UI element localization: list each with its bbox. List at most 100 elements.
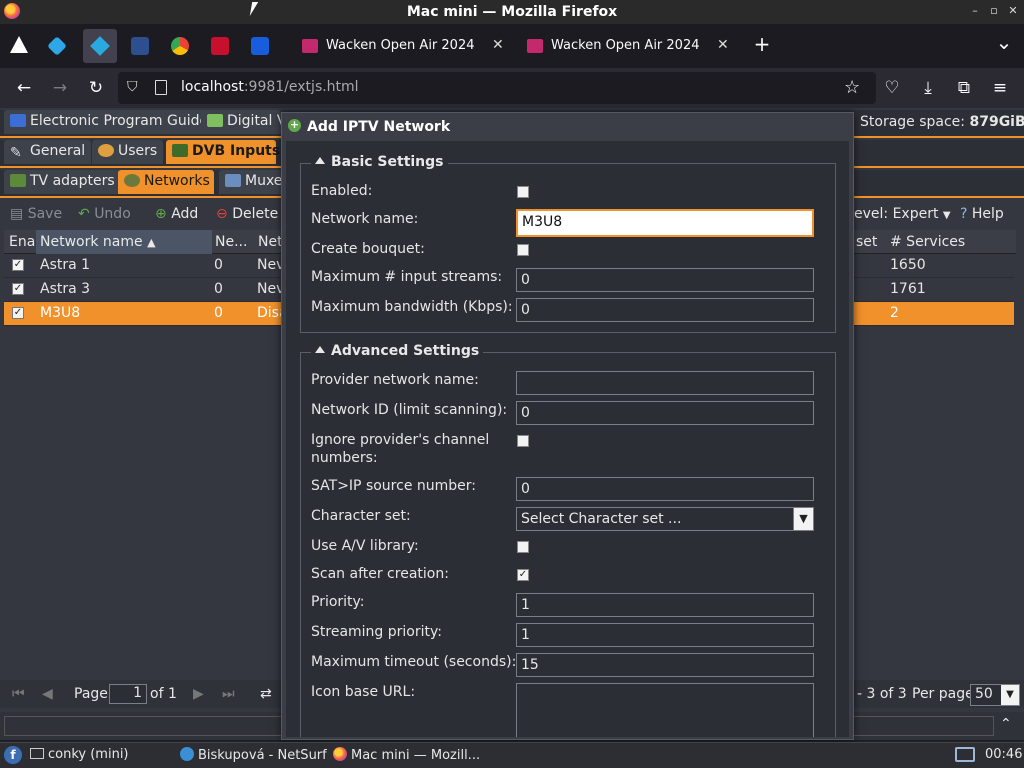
col-net[interactable]: Net (258, 234, 282, 250)
network-name-cell: Astra 3 (40, 281, 91, 297)
dialog-titlebar[interactable]: + Add IPTV Network (282, 113, 853, 141)
max-bandwidth-input[interactable]: 0 (516, 298, 814, 322)
add-icon: ⊕ (155, 206, 167, 222)
network-name-label: Network name: (311, 211, 419, 227)
maximize-button[interactable]: ▫ (987, 4, 1001, 18)
enabled-checkbox[interactable]: ✓ (12, 283, 24, 295)
browser-tab-2[interactable]: Wacken Open Air 2024 ✕ (527, 32, 737, 60)
collapse-triangle-icon (315, 157, 325, 164)
charset-select[interactable]: Select Character set ... ▼ (516, 507, 814, 531)
ignore-channel-numbers-checkbox[interactable] (517, 435, 529, 447)
page-label: Page (74, 686, 108, 702)
priority-label: Priority: (311, 594, 365, 610)
pocket-icon[interactable]: ♡ (881, 78, 903, 98)
network-name-input[interactable]: M3U8 (516, 209, 814, 237)
scan-after-creation-checkbox[interactable]: ✓ (517, 569, 529, 581)
page-number-input[interactable]: 1 (109, 684, 147, 704)
expand-log-icon[interactable]: ⌃ (1000, 716, 1012, 732)
taskbar-item-conky[interactable]: conky (mini) (30, 747, 129, 762)
collapse-triangle-icon (315, 346, 325, 353)
taskbar-item-netsurf[interactable]: Biskupová - NetSurf (180, 747, 327, 763)
network-id-input[interactable]: 0 (516, 401, 814, 425)
enabled-checkbox[interactable] (517, 186, 529, 198)
col-services[interactable]: # Services (890, 234, 1010, 250)
next-page-icon[interactable]: ▶ (193, 686, 204, 702)
tab-muxes[interactable]: Muxes (219, 170, 290, 194)
forward-arrow-icon[interactable]: → (49, 78, 71, 98)
streaming-priority-input[interactable]: 1 (516, 623, 814, 647)
enabled-checkbox[interactable]: ✓ (12, 307, 24, 319)
chevron-down-icon[interactable]: ▼ (793, 508, 813, 530)
icon-base-url-textarea[interactable] (516, 683, 814, 737)
network-icon (124, 174, 140, 187)
tab-list-button[interactable]: ⌄ (993, 32, 1015, 52)
pinned-tab-active[interactable] (83, 29, 117, 63)
prev-page-icon[interactable]: ◀ (42, 686, 53, 702)
app-icon[interactable] (211, 37, 229, 55)
reload-icon[interactable]: ↻ (85, 78, 107, 98)
srm-icon[interactable] (131, 37, 149, 55)
taskbar-item-firefox[interactable]: Mac mini — Mozill... (333, 747, 480, 763)
fedora-menu-icon[interactable]: f (4, 746, 22, 764)
undo-button[interactable]: ↶ Undo (78, 206, 131, 222)
tag-icon[interactable] (47, 36, 67, 56)
charset-label: Character set: (311, 508, 411, 524)
provider-name-label: Provider network name: (311, 372, 479, 388)
add-button[interactable]: ⊕ Add (155, 206, 198, 222)
add-icon: + (288, 118, 301, 132)
enabled-checkbox[interactable]: ✓ (12, 259, 24, 271)
max-streams-input[interactable]: 0 (516, 268, 814, 292)
create-bouquet-checkbox[interactable] (517, 244, 529, 256)
navigation-bar: ← → ↻ ⛉ localhost:9981/extjs.html ☆ ♡ ⤓ … (0, 68, 1024, 108)
basic-settings-toggle[interactable]: Basic Settings (311, 154, 448, 170)
refresh-icon[interactable]: ⇄ (260, 686, 272, 702)
menu-icon[interactable]: ≡ (989, 78, 1011, 98)
tab-dvb-inputs[interactable]: DVB Inputs (166, 140, 280, 164)
av-library-checkbox[interactable] (517, 541, 529, 553)
satip-source-input[interactable]: 0 (516, 477, 814, 501)
per-page-select[interactable]: 50 ▼ (970, 684, 1020, 706)
minimize-button[interactable]: – (968, 4, 982, 18)
url-text[interactable]: localhost:9981/extjs.html (181, 79, 359, 95)
new-tab-button[interactable]: + (751, 34, 773, 54)
tab-epg[interactable]: Electronic Program Guide (4, 110, 215, 134)
chrome-icon[interactable] (171, 37, 189, 55)
col-enabled[interactable]: Ena (9, 234, 37, 250)
tab-digital-video[interactable]: Digital V (201, 110, 286, 134)
extensions-icon[interactable]: ⧉ (953, 78, 975, 98)
help-button[interactable]: ? Help (960, 206, 1004, 222)
col-set[interactable]: set (856, 234, 886, 250)
back-arrow-icon[interactable]: ← (13, 78, 35, 98)
provider-name-input[interactable] (516, 371, 814, 395)
max-timeout-input[interactable]: 15 (516, 653, 814, 677)
last-page-icon[interactable]: ⏭ (222, 686, 235, 702)
delete-button[interactable]: ⊖ Delete (216, 206, 278, 222)
close-window-button[interactable]: ✕ (1006, 4, 1020, 18)
browser-tab-1[interactable]: Wacken Open Air 2024 ✕ (302, 32, 512, 60)
av-library-label: Use A/V library: (311, 538, 419, 554)
tab-label: Wacken Open Air 2024 (326, 38, 475, 53)
close-tab-icon[interactable]: ✕ (717, 37, 729, 53)
close-tab-icon[interactable]: ✕ (492, 37, 504, 53)
first-page-icon[interactable]: ⏮ (12, 686, 25, 702)
adapter-icon (10, 174, 26, 187)
col-network-name[interactable]: Network name ▲ (36, 230, 212, 254)
bookmark-star-icon[interactable]: ☆ (844, 77, 860, 98)
network-monitor-icon[interactable] (955, 747, 975, 762)
shield-icon[interactable]: ⛉ (127, 79, 138, 95)
url-bar[interactable]: ⛉ localhost:9981/extjs.html ☆ (118, 72, 876, 104)
download-icon[interactable]: ⤓ (917, 78, 939, 98)
warning-icon[interactable] (10, 36, 28, 53)
max-timeout-label: Maximum timeout (seconds): (311, 654, 517, 670)
tab-users[interactable]: Users (92, 140, 164, 164)
tab-general[interactable]: ✎ General (4, 140, 92, 164)
tab-networks[interactable]: Networks (118, 170, 214, 194)
col-ne[interactable]: Ne... (215, 234, 251, 250)
tab-tv-adapters[interactable]: TV adapters (4, 170, 121, 194)
bitwarden-icon[interactable] (251, 37, 269, 55)
save-button[interactable]: ▤ Save (10, 206, 62, 222)
advanced-settings-toggle[interactable]: Advanced Settings (311, 343, 484, 359)
view-level-dropdown[interactable]: evel: Expert ▼ (854, 206, 951, 222)
priority-input[interactable]: 1 (516, 593, 814, 617)
advanced-settings-fieldset: Advanced Settings Provider network name:… (300, 343, 836, 737)
